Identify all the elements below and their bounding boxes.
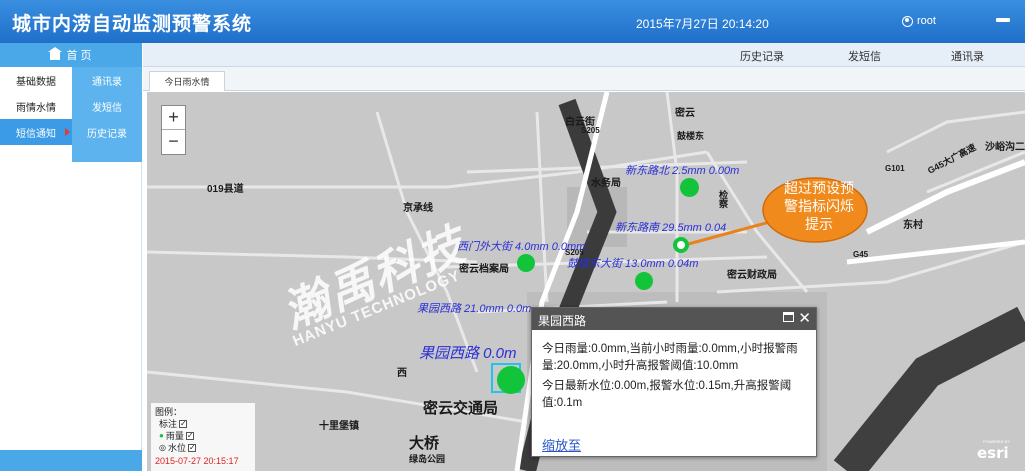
zoom-to-link[interactable]: 缩放至: [542, 435, 581, 454]
map-label: 019县道: [207, 184, 244, 195]
sidebar-footer: [0, 450, 142, 471]
toolbar: 历史记录 发短信 通讯录: [143, 43, 1025, 67]
map-legend: 图例： 标注 ●雨量 ◎水位 2015-07-27 20:15:17: [151, 403, 255, 471]
map-view[interactable]: + − 瀚禹科技 HANYU TECHNOLOGY 白云街 密云 鼓楼东 S20…: [147, 92, 1025, 471]
maximize-icon[interactable]: [783, 312, 794, 322]
station-marker[interactable]: [680, 178, 699, 197]
checkbox[interactable]: [188, 442, 196, 454]
map-label: 密云财政局: [727, 270, 777, 281]
home-button[interactable]: 首 页: [0, 43, 142, 67]
submenu-item-contacts[interactable]: 通讯录: [72, 67, 142, 93]
map-label: 密云: [675, 108, 695, 119]
caret-right-icon: [65, 128, 70, 136]
legend-item-water[interactable]: ◎ 水位: [155, 442, 251, 454]
header: 城市内涝自动监测预警系统 2015年7月27日 20:14:20 root: [0, 0, 1025, 43]
tab-today-rain[interactable]: 今日雨水情: [149, 71, 225, 91]
map-label: G101: [885, 164, 905, 173]
legend-item-rain[interactable]: ● 雨量: [155, 430, 251, 442]
popup-rain-info: 今日雨量:0.0mm,当前小时雨量:0.0mm,小时报警雨量:20.0mm,小时…: [542, 343, 798, 372]
popup-body: 今日雨量:0.0mm,当前小时雨量:0.0mm,小时报警雨量:20.0mm,小时…: [532, 330, 816, 412]
station-marker-selected[interactable]: [497, 366, 525, 394]
station-label: 西门外大街 4.0mm 0.0mm: [457, 241, 586, 253]
station-marker[interactable]: [517, 254, 535, 272]
home-icon: [48, 47, 63, 60]
checkbox[interactable]: [179, 418, 188, 430]
map-label: 密云交通局: [423, 400, 499, 417]
esri-logo: esri: [977, 444, 1009, 462]
legend-item-label[interactable]: 标注: [155, 418, 251, 430]
legend-text: 水位: [167, 443, 186, 453]
station-label: 新东路南 29.5mm 0.04: [615, 222, 727, 234]
station-label: 新东路北 2.5mm 0.00m: [625, 165, 740, 177]
map-label: 沙峪沟二: [985, 142, 1025, 153]
home-label: 首 页: [66, 50, 92, 62]
sidebar: 首 页 基础数据 雨情水情 短信通知 通讯录 发短信 历史记录: [0, 43, 142, 471]
station-label: 果园西路 21.0mm 0.0m: [417, 303, 532, 315]
popup-header: 果园西路 ✕: [532, 308, 816, 330]
contacts-button[interactable]: 通讯录: [951, 48, 984, 64]
legend-text: 雨量: [165, 431, 184, 441]
sidebar-item-label: 雨情水情: [16, 102, 56, 114]
map-label: 鼓楼东: [677, 131, 705, 141]
header-datetime: 2015年7月27日 20:14:20: [636, 17, 769, 31]
popup-title: 果园西路: [538, 314, 587, 328]
submenu: 通讯录 发短信 历史记录: [72, 67, 142, 162]
map-label: 检察: [718, 190, 728, 208]
sidebar-item-sms-notify[interactable]: 短信通知: [0, 119, 72, 145]
map-label: 东村: [903, 220, 923, 231]
station-marker[interactable]: [635, 272, 653, 290]
map-label: 京承线: [403, 203, 433, 214]
user-menu[interactable]: root: [902, 15, 936, 27]
user-name: root: [917, 15, 936, 27]
map-label: G45: [853, 250, 869, 259]
station-marker-alert[interactable]: [673, 237, 689, 253]
info-popup: 果园西路 ✕ 今日雨量:0.0mm,当前小时雨量:0.0mm,小时报警雨量:20…: [531, 307, 817, 457]
map-label: 十里堡镇: [319, 421, 359, 432]
send-sms-button[interactable]: 发短信: [848, 48, 881, 64]
map-label: 水务局: [591, 178, 621, 189]
zoom-control: + −: [161, 105, 186, 155]
map-label: S205: [581, 126, 600, 135]
legend-title: 图例：: [155, 407, 183, 417]
alert-bubble: 超过预设预警指标闪烁提示: [784, 180, 854, 232]
circle-icon: ◎: [159, 443, 166, 452]
zoom-in-button[interactable]: +: [162, 106, 185, 130]
checkbox[interactable]: [185, 430, 194, 442]
map-label: 密云档案局: [459, 264, 509, 275]
sidebar-item-rain-water[interactable]: 雨情水情: [0, 93, 72, 119]
tab-bar: 今日雨水情: [143, 67, 1025, 91]
legend-timestamp: 2015-07-27 20:15:17: [155, 456, 239, 466]
map-label: 绿岛公园: [409, 454, 446, 464]
sidebar-item-label: 短信通知: [16, 128, 56, 140]
map-label: 西: [397, 368, 407, 379]
station-label: 鼓楼东大街 13.0mm 0.04m: [567, 258, 699, 270]
sidebar-item-basic-data[interactable]: 基础数据: [0, 67, 72, 93]
submenu-item-send-sms[interactable]: 发短信: [72, 93, 142, 119]
zoom-out-button[interactable]: −: [162, 130, 185, 154]
app-window: 城市内涝自动监测预警系统 2015年7月27日 20:14:20 root 首 …: [0, 0, 1025, 471]
user-icon: [902, 15, 913, 27]
app-title: 城市内涝自动监测预警系统: [12, 14, 253, 35]
sidebar-item-label: 基础数据: [16, 76, 56, 88]
map-label: 大桥: [409, 435, 440, 452]
close-icon[interactable]: ✕: [798, 309, 811, 327]
station-label: 果园西路 0.0m: [419, 345, 517, 362]
submenu-item-history[interactable]: 历史记录: [72, 119, 142, 145]
popup-water-info: 今日最新水位:0.00m,报警水位:0.15m,升高报警阈值:0.1m: [542, 380, 792, 409]
dot-icon: ●: [159, 431, 164, 440]
minus-icon[interactable]: [996, 18, 1010, 22]
legend-text: 标注: [159, 419, 178, 429]
history-button[interactable]: 历史记录: [740, 48, 784, 64]
